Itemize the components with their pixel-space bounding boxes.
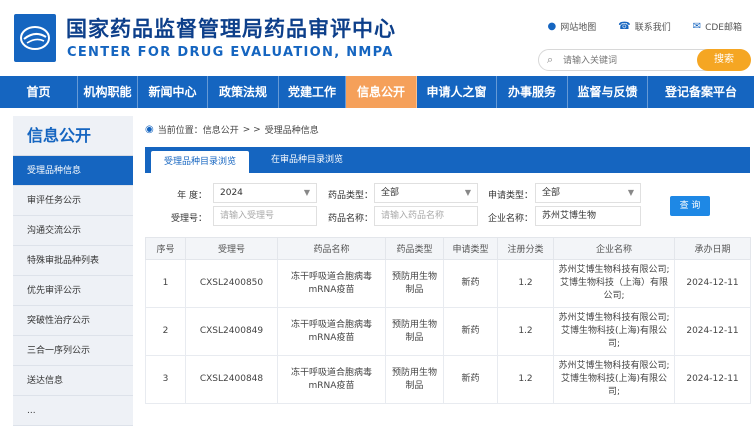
search-button[interactable]: 搜索	[697, 49, 751, 71]
col-reg-class: 注册分类	[497, 237, 554, 260]
site-title-en: CENTER FOR DRUG EVALUATION, NMPA	[67, 45, 394, 60]
breadcrumb-sep: > >	[242, 124, 261, 135]
query-button[interactable]: 查 询	[670, 196, 710, 216]
cde-logo[interactable]	[14, 14, 56, 62]
drug-name-input[interactable]: 请输入药品名称	[374, 206, 478, 226]
accept-no-input[interactable]: 请输入受理号	[213, 206, 317, 226]
drug-name-label: 药品名称：	[327, 214, 373, 224]
col-date: 承办日期	[674, 237, 751, 260]
nav-policy[interactable]: 政策法规	[208, 76, 279, 108]
year-label: 年 度：	[177, 191, 207, 201]
sidebar-item-review-tasks[interactable]: 审评任务公示	[13, 186, 133, 216]
sidebar-title: 信息公开	[13, 116, 133, 156]
nav-feedback[interactable]: 监督与反馈	[568, 76, 648, 108]
sidebar-item-priority[interactable]: 优先审评公示	[13, 276, 133, 306]
company-input[interactable]: 苏州艾博生物	[535, 206, 641, 226]
main-nav: 首页 机构职能 新闻中心 政策法规 党建工作 信息公开 申请人之窗 办事服务 监…	[0, 76, 754, 108]
tab-under-review-catalog[interactable]: 在审品种目录浏览	[257, 147, 357, 173]
table-row[interactable]: 1 CXSL2400850 冻干呼吸道合胞病毒mRNA疫苗 预防用生物制品 新药…	[145, 259, 751, 308]
col-accept-no: 受理号	[185, 237, 278, 260]
tabs-bar: 受理品种目录浏览 在审品种目录浏览	[145, 147, 750, 173]
nav-info-public[interactable]: 信息公开	[346, 76, 417, 108]
apply-type-select[interactable]: 全部 ▼	[535, 183, 641, 203]
col-apply-type: 申请类型	[443, 237, 498, 260]
year-select[interactable]: 2024 ▼	[213, 183, 317, 203]
drug-type-select[interactable]: 全部 ▼	[374, 183, 478, 203]
nav-applicant[interactable]: 申请人之窗	[417, 76, 497, 108]
search-icon: ⌕	[547, 53, 554, 66]
sidebar-item-delivery[interactable]: 送达信息	[13, 366, 133, 396]
sidebar: 信息公开 受理品种信息 审评任务公示 沟通交流公示 特殊审批品种列表 优先审评公…	[13, 116, 133, 426]
col-company: 企业名称	[553, 237, 675, 260]
nav-party[interactable]: 党建工作	[279, 76, 346, 108]
tab-accepted-catalog[interactable]: 受理品种目录浏览	[151, 151, 249, 173]
nav-news[interactable]: 新闻中心	[138, 76, 208, 108]
company-label: 企业名称：	[487, 214, 533, 224]
accept-no-label: 受理号：	[170, 214, 207, 224]
nav-registration[interactable]: 登记备案平台	[648, 76, 754, 108]
sidebar-item-accepted[interactable]: 受理品种信息	[13, 156, 133, 186]
top-links: ● 网站地图 ☎ 联系我们 ✉ CDE邮箱	[547, 20, 742, 33]
chevron-down-icon: ▼	[464, 188, 471, 197]
breadcrumb-current: 受理品种信息	[264, 126, 319, 136]
sidebar-item-special-approval[interactable]: 特殊审批品种列表	[13, 246, 133, 276]
site-title-cn: 国家药品监督管理局药品审评中心	[66, 17, 396, 41]
apply-type-label: 申请类型：	[487, 191, 533, 201]
col-drug-type: 药品类型	[385, 237, 444, 260]
results-table: 序号 受理号 药品名称 药品类型 申请类型 注册分类 企业名称 承办日期 1 C…	[145, 237, 751, 404]
chevron-down-icon: ▼	[303, 188, 310, 197]
col-drug-name: 药品名称	[277, 237, 386, 260]
chevron-down-icon: ▼	[627, 188, 634, 197]
location-icon: ◉	[145, 124, 154, 135]
sidebar-item-communication[interactable]: 沟通交流公示	[13, 216, 133, 246]
sidebar-item-three-in-one[interactable]: 三合一序列公示	[13, 336, 133, 366]
site-header: 国家药品监督管理局药品审评中心 CENTER FOR DRUG EVALUATI…	[0, 0, 754, 76]
location-pin-icon: ●	[547, 21, 557, 32]
nav-functions[interactable]: 机构职能	[78, 76, 138, 108]
phone-icon: ☎	[618, 21, 631, 32]
breadcrumb-prefix[interactable]: 当前位置：信息公开	[158, 123, 239, 136]
email-link[interactable]: ✉ CDE邮箱	[693, 20, 742, 33]
sidebar-item-breakthrough[interactable]: 突破性治疗公示	[13, 306, 133, 336]
mail-icon: ✉	[692, 21, 702, 32]
table-row[interactable]: 2 CXSL2400849 冻干呼吸道合胞病毒mRNA疫苗 预防用生物制品 新药…	[145, 307, 751, 356]
search-input[interactable]	[563, 53, 683, 68]
breadcrumb: ◉ 当前位置：信息公开 > > 受理品种信息	[145, 123, 319, 136]
sitemap-link[interactable]: ● 网站地图	[547, 20, 596, 33]
contact-link[interactable]: ☎ 联系我们	[618, 20, 670, 33]
sidebar-item-more[interactable]: ...	[13, 396, 133, 426]
table-row[interactable]: 3 CXSL2400848 冻干呼吸道合胞病毒mRNA疫苗 预防用生物制品 新药…	[145, 355, 751, 404]
filter-form: 年 度： 2024 ▼ 药品类型： 全部 ▼ 申请类型： 全部 ▼ 受理号： 请…	[145, 173, 750, 235]
drug-type-label: 药品类型：	[327, 191, 373, 201]
col-index: 序号	[145, 237, 186, 260]
nav-services[interactable]: 办事服务	[497, 76, 568, 108]
nav-home[interactable]: 首页	[0, 76, 78, 108]
table-header-row: 序号 受理号 药品名称 药品类型 申请类型 注册分类 企业名称 承办日期	[145, 237, 751, 260]
